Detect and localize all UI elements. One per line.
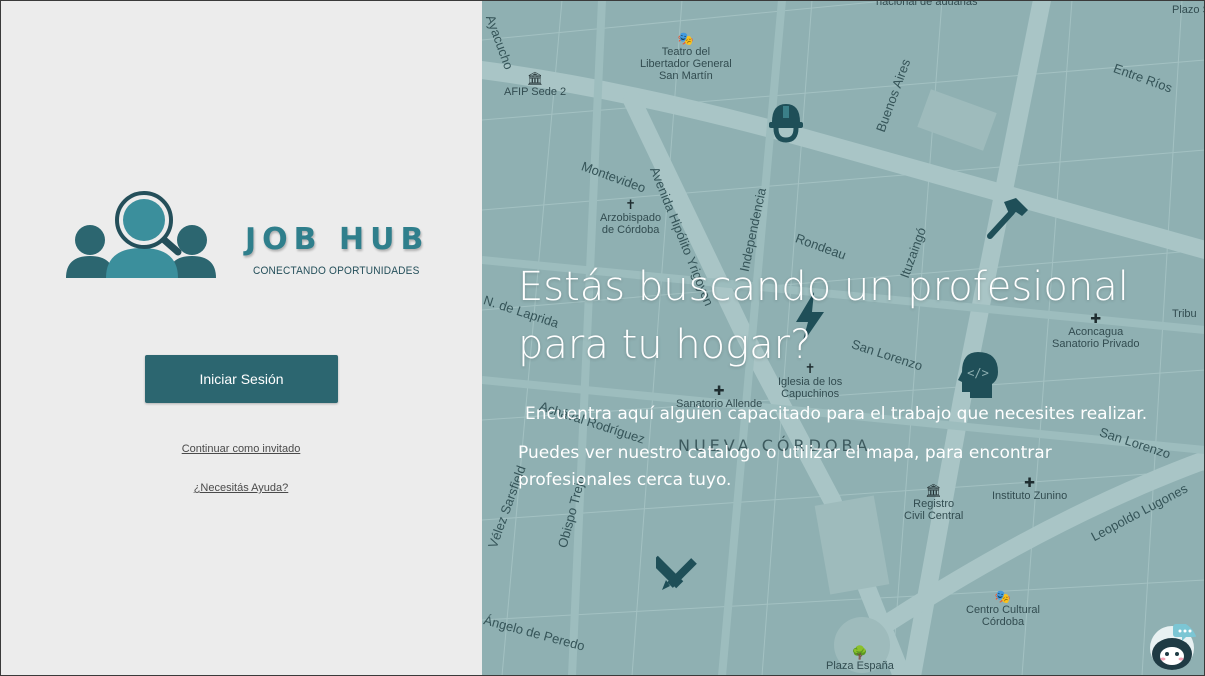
hero-subtitle: Encuentra aquí alguien capacitado para e… bbox=[525, 404, 1148, 424]
map-place: 🎭 Centro Cultural Córdoba bbox=[966, 589, 1040, 629]
map-place: ✝ Arzobispado de Córdoba bbox=[600, 197, 662, 237]
brand-title: JOB HUB bbox=[245, 222, 430, 257]
hero-headline: Estás buscando un profesional para tu ho… bbox=[518, 264, 1129, 368]
login-panel: JOB HUB CONECTANDO OPORTUNIDADES Iniciar… bbox=[0, 0, 482, 676]
government-icon: 🏛 bbox=[526, 71, 544, 86]
hero-description: Puedes ver nuestro catalogo o utilizar e… bbox=[518, 443, 1052, 490]
chatbot-icon[interactable] bbox=[1146, 620, 1198, 672]
design-tools-icon[interactable] bbox=[656, 550, 700, 594]
brand-tagline: CONECTANDO OPORTUNIDADES bbox=[253, 265, 420, 277]
map-place: 🏛 AFIP Sede 2 bbox=[504, 71, 567, 99]
cross-icon: ✝ bbox=[625, 197, 637, 212]
theater-icon: 🎭 bbox=[677, 31, 694, 46]
people-search-icon bbox=[66, 191, 216, 278]
map-place: Plazo San Ro bbox=[1172, 4, 1205, 16]
hammer-icon[interactable] bbox=[982, 194, 1030, 242]
guest-link[interactable]: Continuar como invitado bbox=[0, 443, 482, 455]
construction-helmet-icon[interactable] bbox=[766, 100, 806, 144]
map-place: nacional de aduanas bbox=[876, 0, 978, 8]
hero-map-panel: Ayacucho Montevideo Avenida Hipólito Yri… bbox=[482, 0, 1205, 676]
map-place: Tribu bbox=[1172, 308, 1197, 320]
map-place: 🌳 Plaza España bbox=[826, 645, 894, 673]
help-link[interactable]: ¿Necesitás Ayuda? bbox=[0, 482, 482, 494]
theater-icon: 🎭 bbox=[994, 589, 1012, 604]
login-button[interactable]: Iniciar Sesión bbox=[145, 355, 338, 403]
hospital-icon: ✚ bbox=[713, 383, 725, 398]
tree-icon: 🌳 bbox=[851, 645, 869, 660]
map-place: 🎭 Teatro del Libertador General San Martín bbox=[640, 31, 732, 83]
